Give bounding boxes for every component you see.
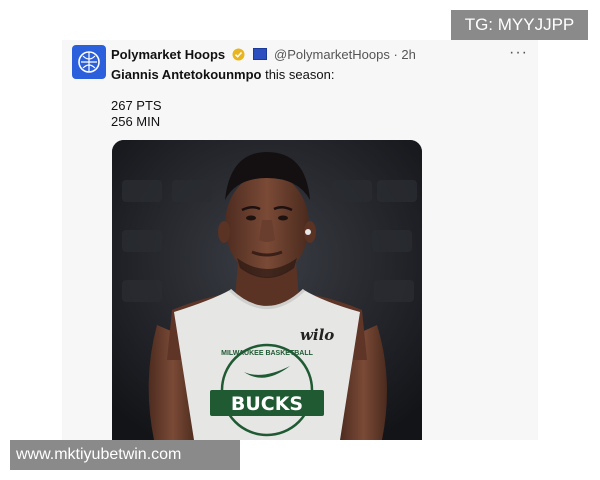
verified-badge-icon	[232, 48, 245, 64]
stat-points: 267 PTS	[111, 98, 162, 113]
tweet-card[interactable]: Polymarket Hoops @PolymarketHoops · 2h ·…	[62, 40, 538, 440]
flag-badge-icon	[253, 48, 268, 60]
tweet-text: Giannis Antetokounmpo this season:	[111, 67, 334, 82]
avatar[interactable]	[72, 45, 106, 79]
jersey-text: BUCKS	[231, 393, 303, 415]
stat-minutes: 256 MIN	[111, 114, 161, 129]
separator-dot: ·	[393, 47, 398, 62]
tweet-header: Polymarket Hoops @PolymarketHoops · 2h	[111, 47, 416, 64]
watermark-top: TG: MYYJJPP	[451, 10, 588, 40]
player-name: Giannis Antetokounmpo	[111, 67, 262, 82]
account-handle[interactable]: @PolymarketHoops	[274, 47, 390, 62]
jersey-brand: wilo	[300, 326, 334, 344]
timestamp[interactable]: 2h	[401, 47, 415, 62]
polymarket-logo-icon	[78, 51, 100, 73]
more-options-icon[interactable]: ···	[509, 44, 528, 62]
player-photo: MILWAUKEE BASKETBALL BUCKS wilo	[112, 140, 422, 440]
watermark-bottom: www.mktiyubetwin.com	[10, 440, 240, 470]
account-name[interactable]: Polymarket Hoops	[111, 47, 225, 62]
tweet-image[interactable]: MILWAUKEE BASKETBALL BUCKS wilo	[112, 140, 422, 440]
jersey-arc-text: MILWAUKEE BASKETBALL	[221, 350, 314, 357]
tweet-text-suffix: this season:	[261, 67, 335, 82]
